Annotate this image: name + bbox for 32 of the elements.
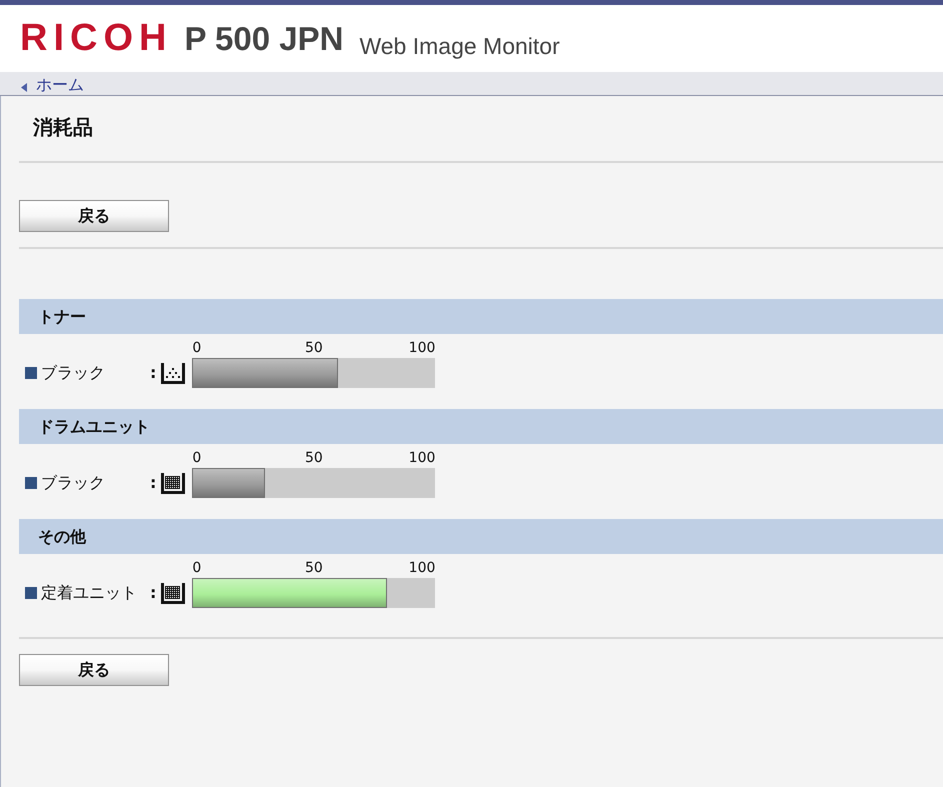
scale-tick-label: 100	[408, 560, 436, 576]
scale-tick-label: 0	[192, 450, 202, 466]
colon-text: :	[150, 583, 156, 603]
colon-text: :	[150, 473, 156, 493]
page-title: 消耗品	[32, 114, 94, 141]
scale-tick-label: 100	[408, 340, 436, 356]
grid-tray-icon	[161, 582, 186, 604]
supply-label: ブラック	[41, 363, 106, 383]
colon-text: :	[150, 363, 156, 383]
section-header: その他	[19, 519, 943, 554]
section-header: ドラムユニット	[19, 409, 943, 444]
back-button[interactable]: 戻る	[19, 654, 169, 686]
supply-label: 定着ユニット	[41, 583, 138, 603]
grid-tray-icon	[161, 472, 186, 494]
product-name: Web Image Monitor	[359, 32, 560, 61]
scale-tick-label: 50	[304, 560, 323, 576]
section-header: トナー	[19, 299, 943, 334]
back-button[interactable]: 戻る	[19, 200, 169, 232]
square-bullet-icon	[25, 587, 37, 599]
square-bullet-icon	[25, 367, 37, 379]
brand-logo: RICOH	[20, 16, 172, 60]
scale-tick-label: 0	[192, 560, 202, 576]
scale-tick-label: 50	[304, 450, 323, 466]
square-bullet-icon	[25, 477, 37, 489]
scale-tick-label: 0	[192, 340, 202, 356]
scale-tick-label: 50	[304, 340, 323, 356]
toner-tray-icon	[161, 362, 186, 384]
home-link[interactable]: ホーム	[36, 75, 84, 95]
left-triangle-icon	[21, 83, 27, 92]
supply-label: ブラック	[41, 473, 106, 493]
scale-tick-label: 100	[408, 450, 436, 466]
model-name: P 500 JPN	[184, 19, 344, 59]
